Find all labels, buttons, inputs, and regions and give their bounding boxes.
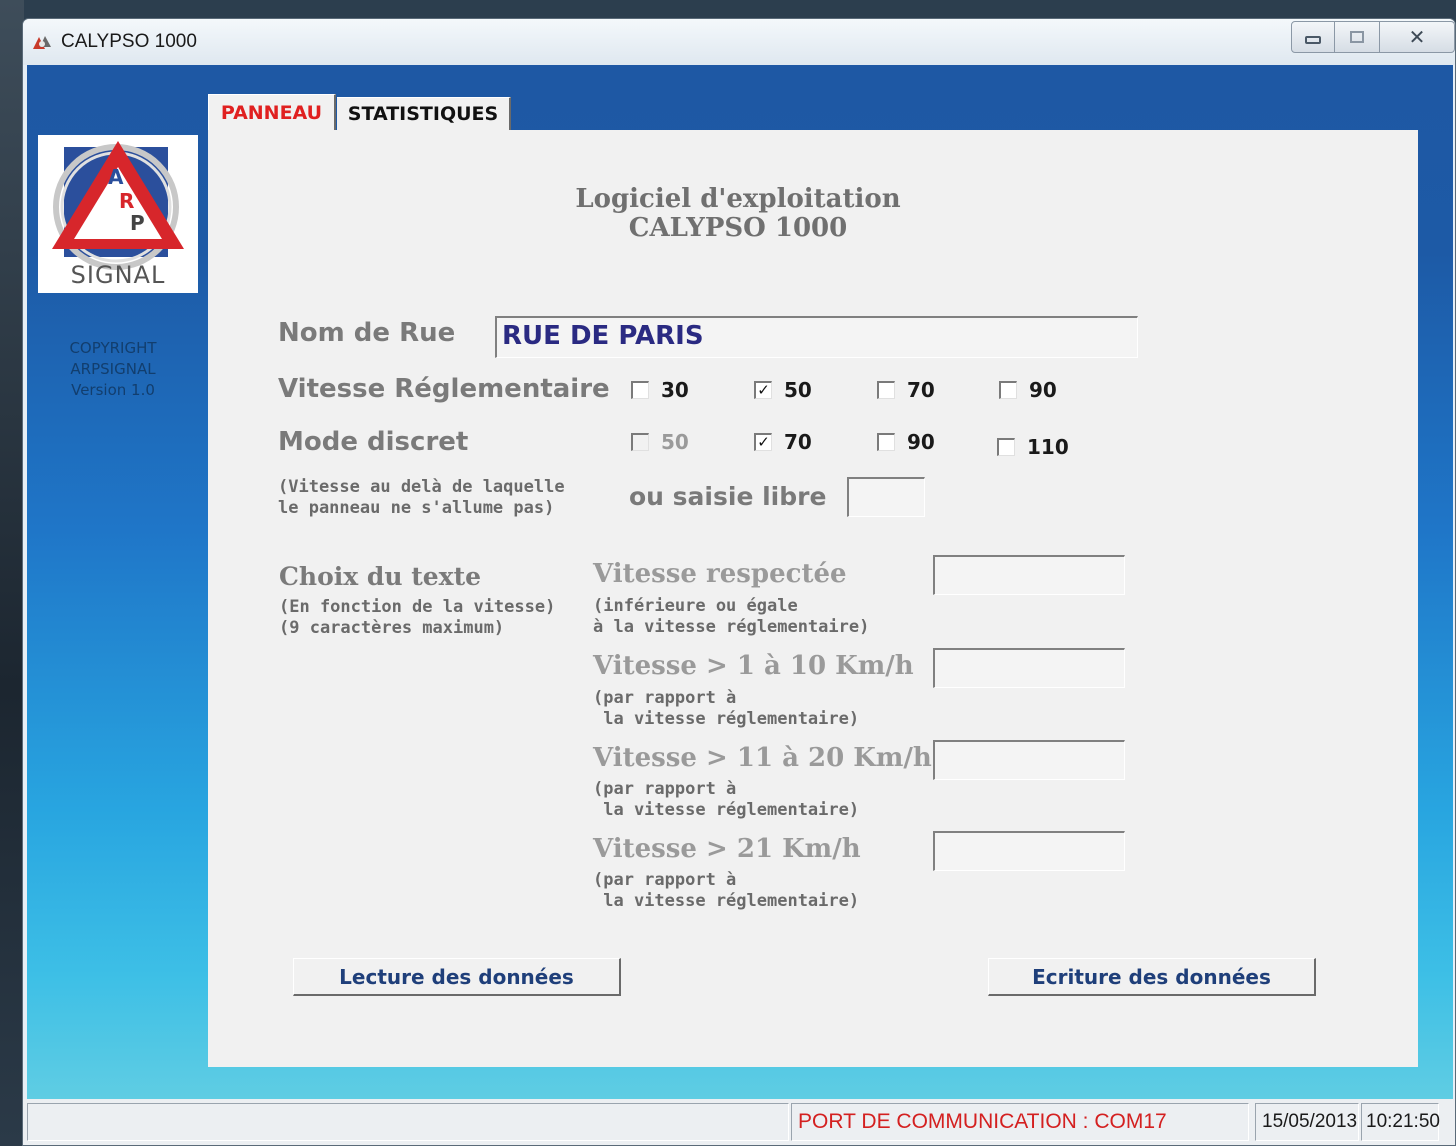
status-cell-empty xyxy=(27,1103,789,1141)
logo-letter-r: R xyxy=(119,189,135,213)
street-label: Nom de Rue xyxy=(278,318,456,348)
free-entry-input[interactable] xyxy=(847,477,925,517)
discreet-checkbox-50: 50 xyxy=(631,430,689,454)
text-choice-note-line2: (9 caractères maximum) xyxy=(279,618,505,638)
speed-limit-label: Vitesse Réglementaire xyxy=(278,374,610,404)
title-bar[interactable]: CALYPSO 1000 ✕ xyxy=(23,19,1455,65)
checkmark-icon[interactable]: ✓ xyxy=(754,381,772,399)
text-choice-label: Choix du texte xyxy=(279,562,482,591)
speed-respected-label: Vitesse respectée xyxy=(593,559,847,589)
speed-over-11-20-label: Vitesse > 11 à 20 Km/h xyxy=(593,743,932,773)
status-time: 10:21:50 xyxy=(1361,1103,1440,1141)
checkbox-box[interactable] xyxy=(877,433,895,451)
note-line1: (par rapport à xyxy=(593,870,737,890)
checkbox-box[interactable] xyxy=(877,381,895,399)
tab-statistiques[interactable]: STATISTIQUES xyxy=(337,97,511,130)
speed-limit-checkbox-50[interactable]: ✓ 50 xyxy=(754,378,812,402)
checkbox-label: 70 xyxy=(784,430,812,454)
maximize-button[interactable] xyxy=(1334,21,1380,53)
app-icon xyxy=(33,36,51,49)
speed-respected-note: (inférieure ou égale à la vitesse réglem… xyxy=(593,596,869,638)
discreet-note-line2: le panneau ne s'allume pas) xyxy=(278,498,555,518)
checkbox-label: 30 xyxy=(661,378,689,402)
panneau-panel: Logiciel d'exploitation CALYPSO 1000 Nom… xyxy=(208,130,1418,1067)
text-choice-note: (En fonction de la vitesse) (9 caractère… xyxy=(279,597,555,639)
checkbox-box[interactable] xyxy=(997,438,1015,456)
copyright-line: COPYRIGHT xyxy=(69,339,157,357)
speed-over-1-10-note: (par rapport à la vitesse réglementaire) xyxy=(593,688,859,730)
note-line2: la vitesse réglementaire) xyxy=(593,891,860,911)
speed-limit-checkbox-30[interactable]: 30 xyxy=(631,378,689,402)
speed-respected-text-input[interactable] xyxy=(933,555,1125,595)
client-area: A R P SIGNAL COPYRIGHT ARPSIGNAL Version… xyxy=(27,65,1453,1099)
free-entry-label: ou saisie libre xyxy=(629,482,827,511)
maximize-icon xyxy=(1350,31,1364,43)
note-line2: la vitesse réglementaire) xyxy=(593,709,860,729)
speed-over-11-20-note: (par rapport à la vitesse réglementaire) xyxy=(593,779,859,821)
app-window: CALYPSO 1000 ✕ A R P SIGNAL COPYRIGHT AR… xyxy=(22,18,1456,1146)
minimize-button[interactable] xyxy=(1291,21,1335,53)
checkbox-box[interactable] xyxy=(631,381,649,399)
logo-text: SIGNAL xyxy=(70,261,166,289)
com-port-status: PORT DE COMMUNICATION : COM17 xyxy=(791,1103,1249,1141)
discreet-checkbox-70[interactable]: ✓ 70 xyxy=(754,430,812,454)
discreet-mode-label: Mode discret xyxy=(278,427,469,457)
checkbox-label: 90 xyxy=(907,430,935,454)
checkbox-label: 110 xyxy=(1027,435,1069,459)
read-data-button[interactable]: Lecture des données xyxy=(293,958,621,996)
version-label: Version 1.0 xyxy=(71,381,155,399)
checkbox-box[interactable] xyxy=(999,381,1017,399)
note-line2: à la vitesse réglementaire) xyxy=(593,617,870,637)
copyright-company: ARPSIGNAL xyxy=(70,360,156,378)
logo-letter-p: P xyxy=(130,211,145,235)
status-bar: PORT DE COMMUNICATION : COM17 15/05/2013… xyxy=(23,1099,1455,1145)
checkbox-label: 70 xyxy=(907,378,935,402)
street-name-input[interactable]: RUE DE PARIS xyxy=(495,316,1138,358)
tab-panneau[interactable]: PANNEAU xyxy=(208,94,336,131)
speed-over-21-label: Vitesse > 21 Km/h xyxy=(593,834,861,864)
page-title-line1: Logiciel d'exploitation xyxy=(575,184,901,214)
note-line1: (inférieure ou égale xyxy=(593,596,798,616)
discreet-note-line1: (Vitesse au delà de laquelle xyxy=(278,477,565,497)
window-title: CALYPSO 1000 xyxy=(61,31,197,52)
logo-letter-a: A xyxy=(108,165,124,189)
discreet-mode-note: (Vitesse au delà de laquelle le panneau … xyxy=(278,477,565,519)
speed-over-1-10-label: Vitesse > 1 à 10 Km/h xyxy=(593,651,914,681)
arp-signal-logo: A R P SIGNAL xyxy=(38,135,198,293)
status-date: 15/05/2013 xyxy=(1255,1103,1359,1141)
minimize-icon xyxy=(1305,36,1321,44)
copyright-block: COPYRIGHT ARPSIGNAL Version 1.0 xyxy=(37,338,189,401)
speed-over-1-10-text-input[interactable] xyxy=(933,648,1125,688)
discreet-checkbox-90[interactable]: 90 xyxy=(877,430,935,454)
desktop-background xyxy=(0,0,24,1146)
speed-limit-checkbox-90[interactable]: 90 xyxy=(999,378,1057,402)
speed-over-21-note: (par rapport à la vitesse réglementaire) xyxy=(593,870,859,912)
speed-over-11-20-text-input[interactable] xyxy=(933,740,1125,780)
checkbox-label: 50 xyxy=(661,430,689,454)
speed-over-21-text-input[interactable] xyxy=(933,831,1125,871)
write-data-button[interactable]: Ecriture des données xyxy=(988,958,1316,996)
page-title-line2: CALYPSO 1000 xyxy=(628,213,848,243)
close-button[interactable]: ✕ xyxy=(1379,21,1455,53)
page-title: Logiciel d'exploitation CALYPSO 1000 xyxy=(508,185,968,243)
text-choice-note-line1: (En fonction de la vitesse) xyxy=(279,597,556,617)
note-line1: (par rapport à xyxy=(593,688,737,708)
close-icon: ✕ xyxy=(1408,25,1426,49)
discreet-checkbox-110[interactable]: 110 xyxy=(997,435,1069,459)
checkbox-label: 50 xyxy=(784,378,812,402)
checkbox-box xyxy=(631,433,649,451)
checkbox-label: 90 xyxy=(1029,378,1057,402)
note-line2: la vitesse réglementaire) xyxy=(593,800,860,820)
checkmark-icon[interactable]: ✓ xyxy=(754,433,772,451)
note-line1: (par rapport à xyxy=(593,779,737,799)
speed-limit-checkbox-70[interactable]: 70 xyxy=(877,378,935,402)
